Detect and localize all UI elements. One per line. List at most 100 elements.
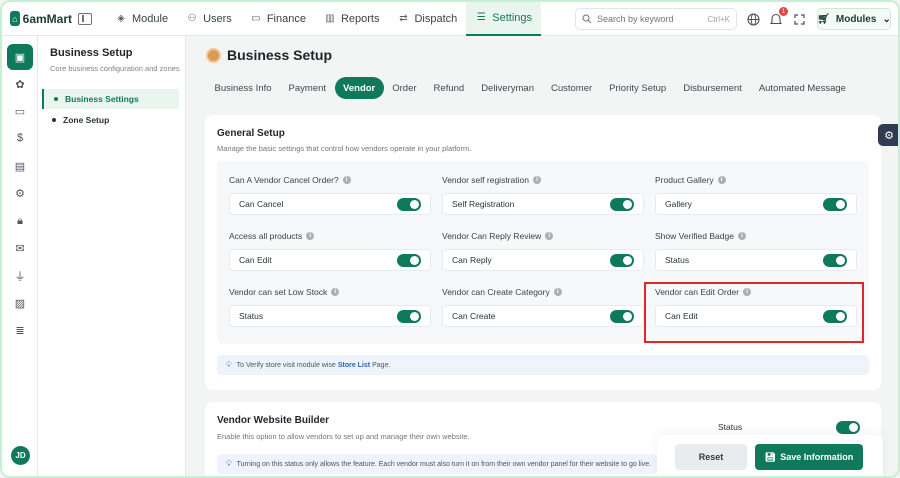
- nav-item-finance[interactable]: ▭ Finance: [241, 2, 315, 36]
- tab-bar: Business Info Payment Vendor Order Refun…: [206, 77, 854, 99]
- nav-label: Users: [203, 12, 232, 25]
- document-icon[interactable]: ▤: [11, 157, 29, 175]
- users-icon: ⚇: [187, 13, 197, 24]
- info-icon[interactable]: i: [331, 288, 340, 296]
- chevron-down-icon: ⌄: [882, 13, 891, 25]
- info-icon[interactable]: i: [717, 176, 726, 184]
- logo[interactable]: ⌂ 6amMart: [10, 11, 72, 26]
- save-icon: 💾︎: [764, 451, 777, 462]
- reply-review-toggle[interactable]: [610, 253, 634, 267]
- info-icon[interactable]: i: [545, 232, 554, 240]
- plug-icon[interactable]: ⏚: [11, 267, 29, 285]
- nav-label: Dispatch: [414, 12, 458, 25]
- lock-icon[interactable]: 🔒︎: [11, 212, 29, 230]
- field-value: Can Reply: [452, 255, 492, 265]
- tab-vendor[interactable]: Vendor: [334, 77, 384, 99]
- field-label: Can A Vendor Cancel Order? i: [229, 175, 351, 185]
- side-panel: Business Setup Core business configurati…: [38, 36, 186, 476]
- cancel-order-toggle[interactable]: [397, 197, 421, 211]
- info-icon[interactable]: i: [532, 176, 541, 184]
- database-icon[interactable]: ≣: [11, 321, 29, 339]
- product-gallery-toggle[interactable]: [823, 197, 847, 211]
- save-label: Save Information: [780, 452, 854, 462]
- reply-review-field: Can Reply: [442, 249, 644, 271]
- nav-item-settings[interactable]: ☰ Settings: [466, 2, 542, 36]
- search-box[interactable]: Ctrl+K: [575, 8, 737, 30]
- tab-refund[interactable]: Refund: [425, 77, 473, 99]
- side-panel-title: Business Setup: [50, 47, 133, 59]
- info-icon[interactable]: i: [306, 232, 315, 240]
- info-icon[interactable]: i: [342, 176, 351, 184]
- avatar[interactable]: JD: [11, 446, 30, 465]
- self-registration-field: Self Registration: [442, 193, 644, 215]
- tab-business-info[interactable]: Business Info: [206, 77, 280, 99]
- card-icon[interactable]: ▭: [11, 102, 29, 120]
- verified-badge-field: Status: [655, 249, 857, 271]
- field-value: Status: [665, 255, 690, 265]
- nav-label: Finance: [266, 12, 306, 25]
- nav-item-reports[interactable]: ▥ Reports: [315, 2, 389, 36]
- tab-deliveryman[interactable]: Deliveryman: [473, 77, 543, 99]
- gear-icon[interactable]: ⚙: [11, 184, 29, 202]
- info-icon[interactable]: i: [553, 288, 562, 296]
- icon-rail: ▣ ✿ ▭ $ ▤ ⚙ 🔒︎ ✉ ⏚ ▨ ≣ JD: [2, 36, 38, 476]
- search-input[interactable]: [597, 14, 708, 24]
- floating-settings-gear-icon[interactable]: ⚙: [878, 124, 898, 146]
- logo-icon: ⌂: [10, 11, 20, 26]
- self-registration-toggle[interactable]: [610, 197, 634, 211]
- action-bar: Reset 💾︎ Save Information: [657, 435, 883, 476]
- sliders-icon: ☰: [476, 12, 486, 23]
- cube-icon: ◈: [117, 13, 125, 24]
- search-shortcut: Ctrl+K: [707, 14, 730, 24]
- nav-label: Module: [132, 12, 169, 25]
- tab-disbursement[interactable]: Disbursement: [675, 77, 751, 99]
- notification-badge: 1: [779, 7, 788, 16]
- bullet-icon: [52, 118, 56, 122]
- tab-customer[interactable]: Customer: [542, 77, 600, 99]
- website-builder-toggle[interactable]: [836, 420, 860, 434]
- store-list-note: 💡︎ To Verify store visit module wise Sto…: [217, 355, 869, 375]
- store-list-link[interactable]: Store List: [338, 362, 370, 369]
- image-icon[interactable]: ▨: [11, 294, 29, 312]
- dollar-icon[interactable]: $: [11, 129, 29, 147]
- notification-bell-icon[interactable]: 1: [768, 7, 788, 27]
- nav-item-module[interactable]: ◈ Module: [106, 2, 177, 36]
- side-item-zone-setup[interactable]: Zone Setup: [42, 110, 179, 130]
- website-builder-note: 💡︎ Turning on this status only allows th…: [217, 454, 657, 474]
- fullscreen-icon[interactable]: [791, 11, 807, 27]
- info-icon[interactable]: i: [737, 232, 746, 240]
- sidebar-toggle-icon[interactable]: [78, 12, 92, 25]
- briefcase-icon[interactable]: ▣: [7, 44, 33, 70]
- general-setup-description: Manage the basic settings that control h…: [217, 144, 472, 153]
- field-label: Vendor Can Reply Review i: [442, 231, 554, 241]
- create-category-toggle[interactable]: [610, 309, 634, 323]
- field-label: Product Gallery i: [655, 175, 726, 185]
- field-value: Gallery: [665, 199, 692, 209]
- nav-label: Settings: [492, 11, 533, 24]
- general-setup-title: General Setup: [217, 128, 285, 139]
- tab-payment[interactable]: Payment: [280, 77, 335, 99]
- field-value: Can Cancel: [239, 199, 284, 209]
- globe-icon[interactable]: [745, 11, 761, 27]
- mail-icon[interactable]: ✉: [11, 239, 29, 257]
- save-button[interactable]: 💾︎ Save Information: [755, 444, 863, 470]
- product-gallery-field: Gallery: [655, 193, 857, 215]
- modules-icon[interactable]: ✿: [11, 75, 29, 93]
- wallet-icon: ▭: [251, 13, 261, 24]
- logo-text: 6amMart: [22, 11, 72, 26]
- reset-button[interactable]: Reset: [675, 444, 747, 470]
- modules-dropdown[interactable]: 🛒︎ Modules ⌄: [817, 8, 891, 30]
- nav-item-users[interactable]: ⚇ Users: [177, 2, 241, 36]
- tab-automated-message[interactable]: Automated Message: [750, 77, 854, 99]
- top-nav: ◈ Module ⚇ Users ▭ Finance ▥ Reports ⇄ D…: [106, 2, 542, 36]
- verified-badge-toggle[interactable]: [823, 253, 847, 267]
- tab-priority-setup[interactable]: Priority Setup: [601, 77, 675, 99]
- side-item-business-settings[interactable]: Business Settings: [42, 89, 179, 109]
- access-products-toggle[interactable]: [397, 253, 421, 267]
- nav-item-dispatch[interactable]: ⇄ Dispatch: [388, 2, 466, 36]
- create-category-field: Can Create: [442, 305, 644, 327]
- tab-order[interactable]: Order: [384, 77, 425, 99]
- low-stock-toggle[interactable]: [397, 309, 421, 323]
- search-icon: [582, 14, 592, 24]
- field-value: Self Registration: [452, 199, 515, 209]
